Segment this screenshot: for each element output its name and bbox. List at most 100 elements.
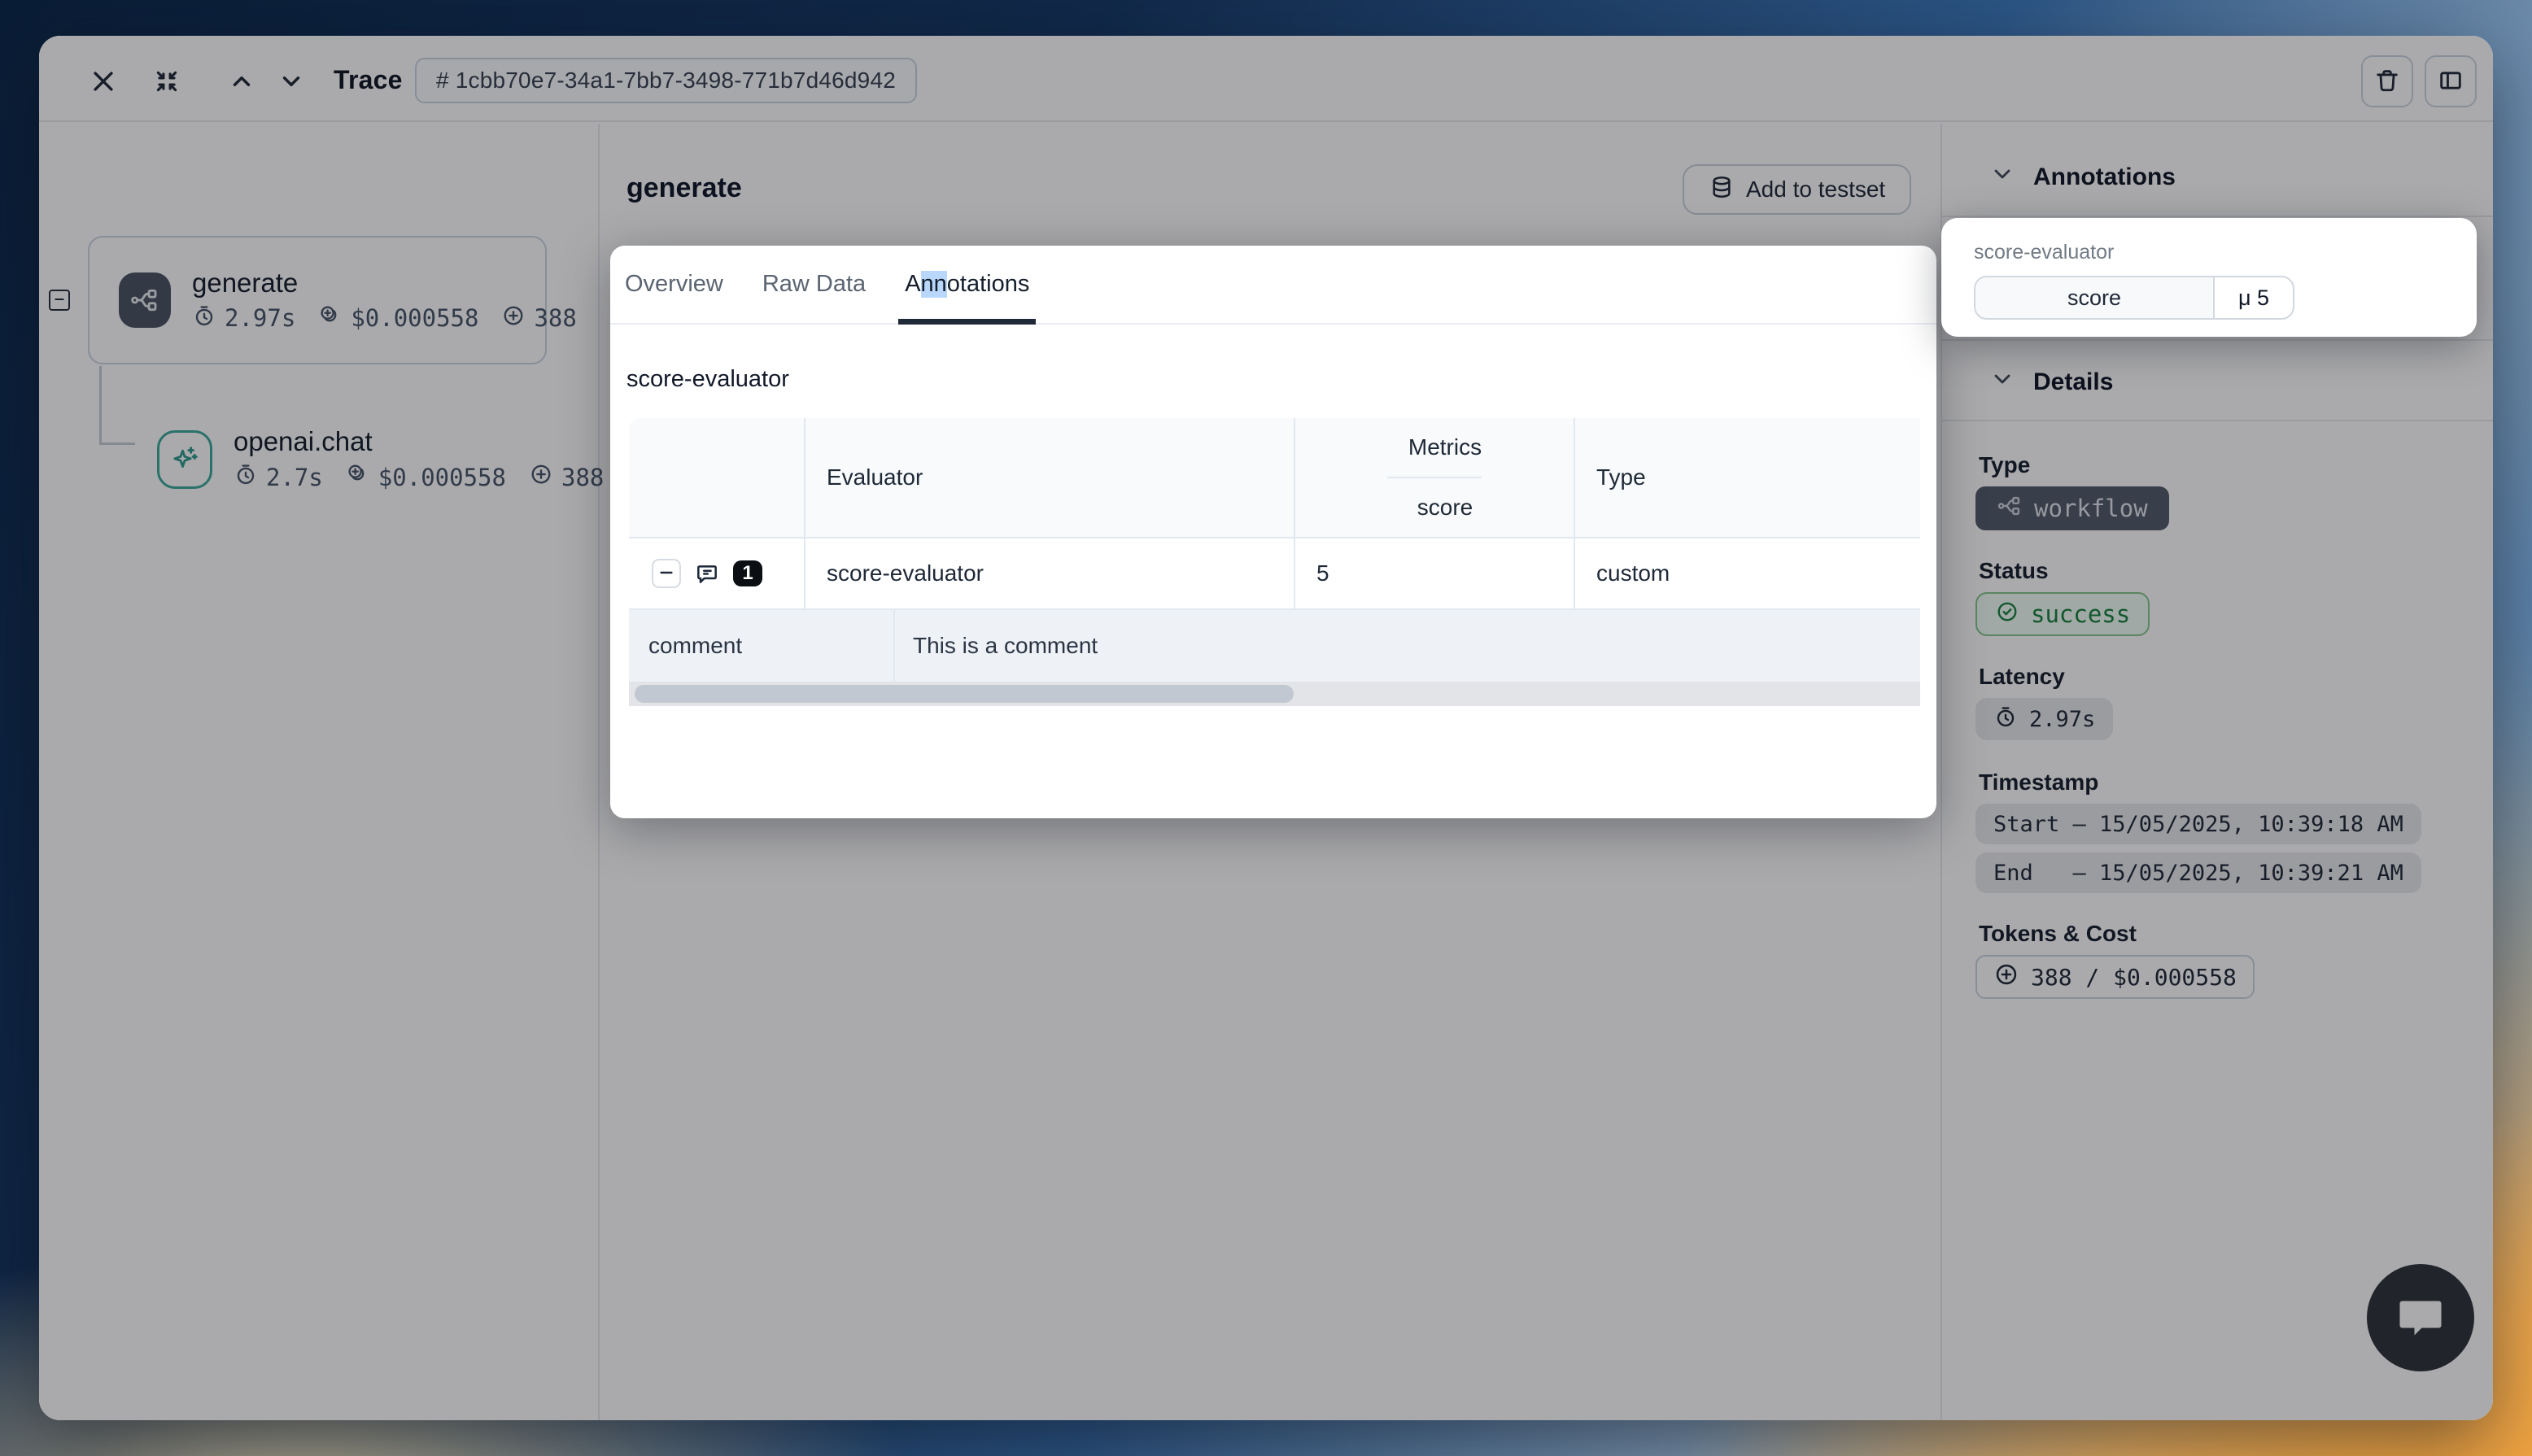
minus-icon bbox=[657, 564, 675, 584]
latency-value: 2.97s bbox=[2029, 707, 2095, 732]
stopwatch-icon bbox=[1993, 704, 2018, 735]
tab-annotations[interactable]: Annotations bbox=[905, 246, 1029, 323]
desktop-background: Trace # 1cbb70e7-34a1-7bb7-3498-771b7d46… bbox=[0, 0, 2532, 1456]
header-evaluator: Evaluator bbox=[805, 418, 1295, 537]
comment-key: comment bbox=[629, 610, 895, 682]
type-label: Type bbox=[1979, 452, 2030, 478]
chevron-down-icon bbox=[277, 68, 305, 98]
tokens-icon bbox=[529, 462, 553, 492]
text-selection: nn bbox=[921, 271, 947, 298]
collapse-node-toggle[interactable] bbox=[49, 290, 70, 311]
type-value: workflow bbox=[2034, 495, 2148, 522]
header-actions-column bbox=[629, 418, 805, 537]
latency-value: 2.97s bbox=[225, 304, 295, 332]
minimize-button[interactable] bbox=[151, 67, 182, 98]
support-chat-button[interactable] bbox=[2367, 1264, 2474, 1371]
trace-sheet: Trace # 1cbb70e7-34a1-7bb7-3498-771b7d46… bbox=[39, 36, 2493, 1420]
header-metrics-label: Metrics bbox=[1387, 418, 1482, 478]
score-metric-field[interactable]: score bbox=[1975, 277, 2215, 318]
tokens-cost-badge: 388 / $0.000558 bbox=[1975, 955, 2255, 999]
timestamp-label: Timestamp bbox=[1979, 769, 2098, 796]
workflow-icon bbox=[1997, 493, 2023, 525]
stopwatch-icon bbox=[234, 462, 258, 492]
annotations-table: Evaluator Metrics score Type 1 bbox=[629, 418, 1920, 706]
tokens-cost-value: 388 / $0.000558 bbox=[2031, 964, 2237, 991]
status-value: success bbox=[2031, 600, 2130, 628]
span-stats: 2.97s $0.000558 388 bbox=[192, 303, 577, 333]
tab-raw-data[interactable]: Raw Data bbox=[762, 246, 866, 323]
score-pill: score μ 5 bbox=[1974, 276, 2294, 320]
trace-id-badge[interactable]: # 1cbb70e7-34a1-7bb7-3498-771b7d46d942 bbox=[415, 58, 917, 103]
span-name: openai.chat bbox=[234, 426, 604, 457]
coins-icon bbox=[346, 462, 370, 492]
comment-count-badge[interactable]: 1 bbox=[733, 560, 762, 586]
close-button[interactable] bbox=[88, 67, 119, 98]
chevron-down-icon bbox=[1989, 366, 2015, 399]
cost-value: $0.000558 bbox=[378, 464, 506, 491]
chevron-up-icon bbox=[228, 68, 255, 98]
horizontal-scrollbar[interactable] bbox=[629, 682, 1920, 706]
evaluator-heading: score-evaluator bbox=[626, 366, 789, 393]
tree-connector bbox=[99, 442, 135, 445]
divider bbox=[1940, 420, 2493, 421]
annotation-score-card: score-evaluator score μ 5 bbox=[1941, 218, 2477, 337]
header-type: Type bbox=[1575, 418, 1920, 537]
score-mean-value[interactable]: μ 5 bbox=[2215, 277, 2293, 318]
trace-title: Trace bbox=[334, 65, 403, 95]
workflow-icon bbox=[119, 272, 171, 328]
span-node-generate[interactable]: generate 2.97s $0.000558 388 bbox=[88, 236, 547, 364]
span-stats: 2.7s $0.000558 388 bbox=[234, 462, 604, 492]
status-badge: success bbox=[1975, 592, 2150, 636]
table-header: Evaluator Metrics score Type bbox=[629, 418, 1920, 538]
span-detail-title: generate bbox=[626, 172, 742, 204]
tokens-cost-label: Tokens & Cost bbox=[1979, 921, 2137, 947]
comment-row: comment This is a comment bbox=[629, 610, 1920, 682]
row-actions-cell: 1 bbox=[629, 538, 805, 608]
prev-span-button[interactable] bbox=[226, 67, 257, 98]
next-span-button[interactable] bbox=[276, 67, 307, 98]
annotations-section-title: Annotations bbox=[2033, 163, 2176, 191]
span-node-openai-chat[interactable]: openai.chat 2.7s $0.000558 388 bbox=[157, 426, 604, 492]
tokens-value: 388 bbox=[561, 464, 604, 491]
tokens-value: 388 bbox=[534, 304, 576, 332]
minus-icon bbox=[53, 293, 66, 308]
tree-connector bbox=[99, 366, 102, 442]
timestamp-start-badge: Start – 15/05/2025, 10:39:18 AM bbox=[1975, 804, 2421, 844]
chevron-down-icon bbox=[1989, 161, 2015, 194]
table-row: 1 score-evaluator 5 custom bbox=[629, 538, 1920, 610]
cost-value: $0.000558 bbox=[351, 304, 478, 332]
close-icon bbox=[89, 68, 117, 98]
latency-badge: 2.97s bbox=[1975, 698, 2113, 740]
comment-value: This is a comment bbox=[895, 610, 1920, 682]
delete-trace-button[interactable] bbox=[2361, 55, 2413, 107]
row-type-cell: custom bbox=[1575, 538, 1920, 608]
arrows-minimize-icon bbox=[153, 68, 181, 98]
check-circle-icon bbox=[1995, 599, 2019, 630]
span-detail-card: Overview Raw Data Annotations score-eval… bbox=[610, 246, 1936, 818]
collapse-row-button[interactable] bbox=[652, 559, 681, 588]
stopwatch-icon bbox=[192, 303, 216, 333]
header-metrics: Metrics score bbox=[1295, 418, 1575, 537]
add-to-testset-button[interactable]: Add to testset bbox=[1683, 164, 1911, 215]
annotations-section-header[interactable]: Annotations bbox=[1989, 161, 2176, 194]
trash-icon bbox=[2373, 67, 2401, 97]
scrollbar-thumb[interactable] bbox=[635, 685, 1294, 703]
toggle-panel-button[interactable] bbox=[2425, 55, 2477, 107]
comment-icon[interactable] bbox=[694, 560, 720, 586]
divider bbox=[1940, 339, 2493, 341]
panel-layout-icon bbox=[2437, 67, 2464, 97]
add-to-testset-label: Add to testset bbox=[1746, 177, 1885, 203]
latency-label: Latency bbox=[1979, 664, 2065, 690]
annotation-evaluator-label: score-evaluator bbox=[1974, 241, 2477, 264]
details-section-title: Details bbox=[2033, 368, 2113, 396]
span-name: generate bbox=[192, 268, 577, 299]
details-section-header[interactable]: Details bbox=[1989, 366, 2113, 399]
tab-overview[interactable]: Overview bbox=[625, 246, 723, 323]
tab-bar: Overview Raw Data Annotations bbox=[610, 246, 1936, 325]
timestamp-end-badge: End – 15/05/2025, 10:39:21 AM bbox=[1975, 852, 2421, 893]
sparkles-icon bbox=[157, 430, 212, 489]
coins-icon bbox=[318, 303, 343, 333]
row-score-cell: 5 bbox=[1295, 538, 1575, 608]
divider bbox=[1940, 216, 2493, 217]
chat-bubble-icon bbox=[2391, 1288, 2450, 1349]
